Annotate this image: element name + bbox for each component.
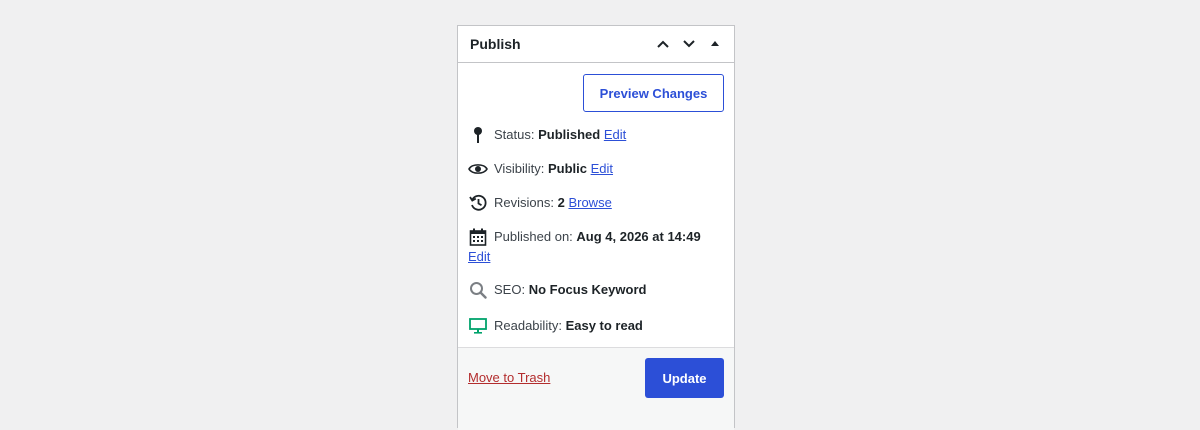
seo-label: SEO:: [494, 282, 526, 297]
caret-up-icon[interactable]: [704, 33, 726, 55]
revisions-row: Revisions: 2 Browse: [468, 193, 726, 213]
chevron-down-icon[interactable]: [678, 33, 700, 55]
revisions-value: 2: [557, 195, 565, 210]
revisions-browse-link[interactable]: Browse: [568, 195, 611, 210]
history-icon: [468, 193, 488, 213]
seo-value: No Focus Keyword: [528, 282, 647, 297]
seo-row: SEO: No Focus Keyword: [468, 280, 726, 300]
readability-value: Easy to read: [565, 318, 643, 333]
eye-icon: [468, 159, 488, 179]
panel-header-controls: [652, 33, 726, 55]
readability-row: Readability: Easy to read: [468, 316, 726, 336]
revisions-label: Revisions:: [494, 195, 554, 210]
published-on-label: Published on:: [494, 229, 573, 244]
update-button[interactable]: Update: [645, 358, 724, 398]
visibility-value: Public: [547, 161, 587, 176]
publish-panel: Publish Preview Changes Status: Publishe…: [457, 25, 735, 430]
visibility-edit-link[interactable]: Edit: [591, 161, 613, 176]
chevron-up-icon[interactable]: [652, 33, 674, 55]
published-edit-row: Edit: [468, 247, 726, 267]
pin-icon: [468, 125, 488, 145]
panel-header: Publish: [458, 26, 734, 63]
status-row: Status: Published Edit: [468, 125, 726, 145]
visibility-label: Visibility:: [494, 161, 545, 176]
publish-footer: Move to Trash Update: [458, 347, 734, 430]
status-value: Published: [538, 127, 601, 142]
calendar-icon: [468, 227, 488, 247]
monitor-icon: [468, 316, 488, 336]
preview-changes-button[interactable]: Preview Changes: [583, 74, 724, 112]
status-label: Status:: [494, 127, 535, 142]
published-edit-link[interactable]: Edit: [468, 247, 490, 267]
status-edit-link[interactable]: Edit: [604, 127, 626, 142]
readability-label: Readability:: [494, 318, 562, 333]
search-icon: [468, 280, 488, 300]
panel-title: Publish: [470, 36, 521, 52]
published-on-value: Aug 4, 2026 at 14:49: [576, 229, 701, 244]
visibility-row: Visibility: Public Edit: [468, 159, 726, 179]
panel-body: Preview Changes Status: Published Edit V…: [458, 63, 734, 346]
published-on-row: Published on: Aug 4, 2026 at 14:49: [468, 227, 726, 247]
move-to-trash-link[interactable]: Move to Trash: [468, 370, 550, 385]
